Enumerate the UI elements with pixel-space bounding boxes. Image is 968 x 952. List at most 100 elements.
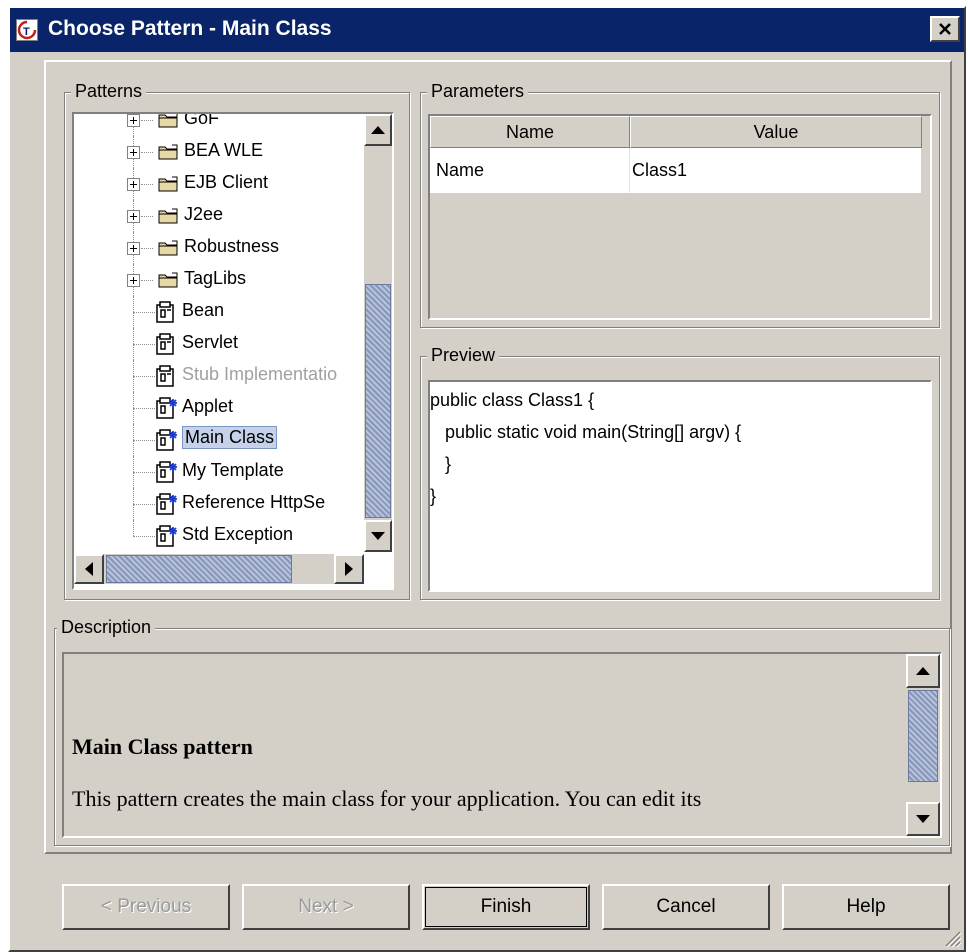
down-arrow-icon (371, 532, 385, 540)
pattern-icon (156, 333, 174, 355)
tree-connector (141, 184, 153, 185)
param-name-cell: Name (430, 148, 630, 194)
tree-connector (133, 408, 155, 409)
vertical-scroll-thumb[interactable] (365, 284, 391, 518)
expand-icon[interactable] (127, 274, 140, 287)
folder-icon (158, 240, 178, 256)
preview-line: public class Class1 { (430, 390, 595, 410)
tree-horizontal-scrollbar[interactable] (74, 554, 364, 584)
template-pattern-icon (156, 525, 177, 547)
next-button[interactable]: Next > (242, 884, 410, 930)
desc-scroll-up-button[interactable] (906, 654, 940, 688)
description-scrollbar[interactable] (906, 654, 940, 836)
tree-item-main-class[interactable]: Main Class (74, 424, 364, 456)
help-button[interactable]: Help (782, 884, 950, 930)
tree-item-servlet[interactable]: Servlet (74, 328, 364, 360)
folder-icon (158, 208, 178, 224)
tree-connector (133, 376, 155, 377)
description-pane[interactable]: Main Class pattern This pattern creates … (62, 652, 942, 838)
parameters-table[interactable]: Name Value Name Class1 (428, 114, 932, 320)
tree-vertical-scrollbar[interactable] (364, 114, 392, 552)
tree-item-stub-implementatio[interactable]: Stub Implementatio (74, 360, 364, 392)
previous-button[interactable]: < Previous (62, 884, 230, 930)
tree-item-applet[interactable]: Applet (74, 392, 364, 424)
right-arrow-icon (345, 562, 353, 576)
tree-connector (141, 120, 153, 121)
tree-connector (133, 440, 155, 441)
tree-item-label: Bean (182, 300, 225, 320)
tree-item-label: My Template (182, 460, 284, 480)
tree-item-bea-wle[interactable]: BEA WLE (74, 136, 364, 168)
tree-item-label: Reference HttpSe (182, 492, 326, 512)
resize-grip-icon[interactable] (940, 926, 962, 948)
description-text: This pattern creates the main class for … (72, 786, 702, 811)
tree-item-label: Stub Implementatio (182, 364, 338, 384)
tree-item-label: Robustness (184, 236, 280, 256)
tree-item-label: GoF (184, 114, 220, 128)
template-pattern-icon (156, 429, 177, 451)
cancel-button[interactable]: Cancel (602, 884, 770, 930)
scroll-right-button[interactable] (334, 554, 364, 584)
expand-icon[interactable] (127, 146, 140, 159)
column-header-value[interactable]: Value (630, 116, 922, 148)
tree-connector (133, 344, 155, 345)
parameters-legend: Parameters (427, 81, 529, 102)
tree-connector (133, 504, 155, 505)
desc-scroll-down-button[interactable] (906, 802, 940, 836)
tree-item-taglibs[interactable]: TagLibs (74, 264, 364, 296)
preview-code-area[interactable]: public class Class1 { public static void… (428, 380, 932, 592)
tree-item-label: EJB Client (184, 172, 269, 192)
choose-pattern-dialog: T Choose Pattern - Main Class Patterns G… (8, 6, 966, 952)
tree-item-bean[interactable]: Bean (74, 296, 364, 328)
up-arrow-icon (371, 126, 385, 134)
column-header-name[interactable]: Name (430, 116, 630, 148)
tree-item-label: Std Exception (182, 524, 294, 544)
folder-icon (158, 176, 178, 192)
scroll-down-button[interactable] (364, 520, 392, 552)
tree-item-label: Main Class (182, 426, 278, 449)
expand-icon[interactable] (127, 178, 140, 191)
description-legend: Description (57, 617, 156, 638)
tree-item-std-exception[interactable]: Std Exception (74, 520, 364, 552)
tree-connector (141, 152, 153, 153)
down-arrow-icon (916, 815, 930, 823)
pattern-icon (156, 301, 174, 323)
patterns-tree[interactable]: GoF BEA WLE EJB Client J2ee Robustness TagLib… (72, 112, 394, 590)
window-title: Choose Pattern - Main Class (48, 17, 332, 40)
preview-legend: Preview (427, 345, 500, 366)
up-arrow-icon (916, 667, 930, 675)
expand-icon[interactable] (127, 210, 140, 223)
tree-item-reference-httpse[interactable]: Reference HttpSe (74, 488, 364, 520)
tree-item-my-template[interactable]: My Template (74, 456, 364, 488)
finish-button[interactable]: Finish (422, 884, 590, 930)
pattern-icon (156, 365, 174, 387)
param-value-cell[interactable]: Class1 (630, 148, 922, 194)
expand-icon[interactable] (127, 114, 140, 127)
expand-icon[interactable] (127, 242, 140, 255)
preview-line: } (430, 454, 452, 474)
tree-item-label: BEA WLE (184, 140, 264, 160)
tree-item-j2ee[interactable]: J2ee (74, 200, 364, 232)
desc-scroll-thumb[interactable] (908, 690, 938, 782)
tree-connector (133, 536, 155, 537)
tree-item-label: Servlet (182, 332, 239, 352)
svg-text:T: T (23, 26, 30, 38)
preview-line: public static void main(String[] argv) { (430, 422, 742, 442)
title-bar[interactable]: T Choose Pattern - Main Class (10, 8, 964, 52)
tree-connector (133, 472, 155, 473)
tree-item-label: J2ee (184, 204, 224, 224)
tree-connector (141, 216, 153, 217)
tree-connector (133, 312, 155, 313)
folder-icon (158, 272, 178, 288)
tree-item-ejb-client[interactable]: EJB Client (74, 168, 364, 200)
close-icon (939, 23, 951, 35)
tree-connector (141, 248, 153, 249)
scroll-left-button[interactable] (74, 554, 104, 584)
tree-connector (141, 280, 153, 281)
tree-item-gof[interactable]: GoF (74, 114, 364, 136)
tree-item-robustness[interactable]: Robustness (74, 232, 364, 264)
preview-line: } (430, 486, 437, 506)
horizontal-scroll-thumb[interactable] (106, 555, 292, 583)
close-button[interactable] (930, 16, 960, 42)
scroll-up-button[interactable] (364, 114, 392, 146)
